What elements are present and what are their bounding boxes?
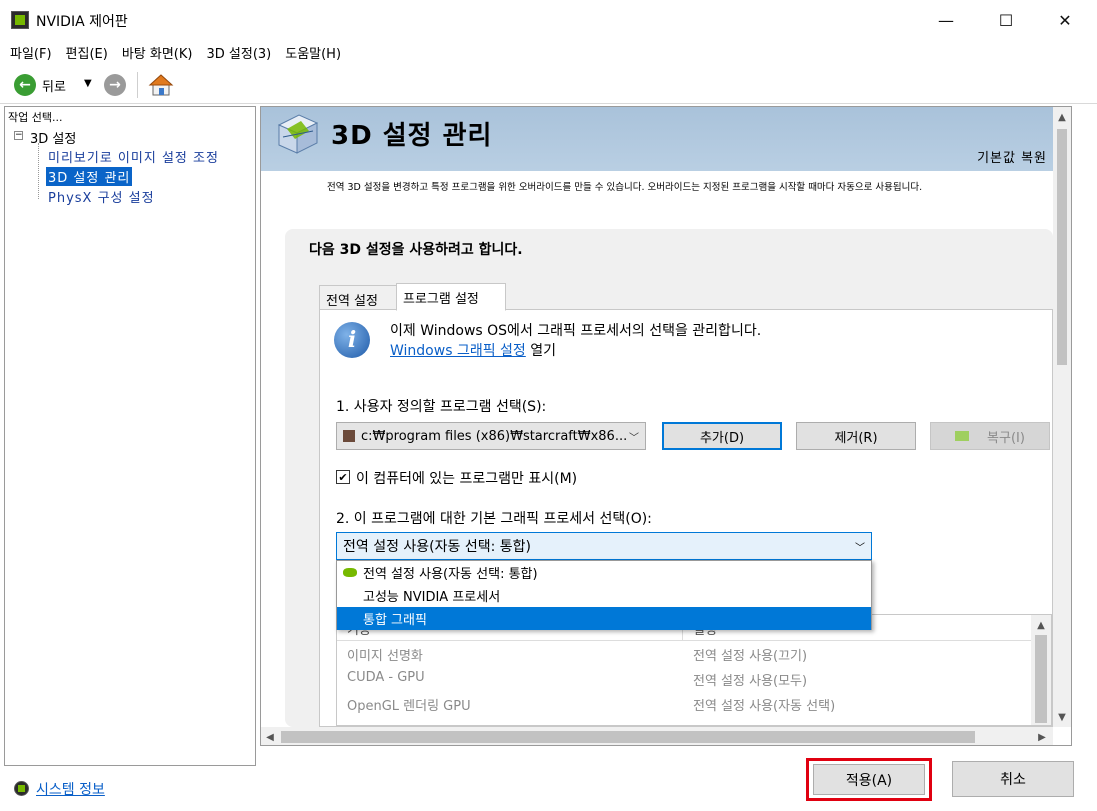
restore-defaults-link[interactable]: 기본값 복원 — [977, 147, 1047, 166]
back-dropdown-icon[interactable]: ▼ — [84, 78, 92, 89]
restore-button-label: 복구(I) — [987, 430, 1025, 446]
toolbar: ← 뒤로 ▼ → — [0, 66, 1097, 104]
chevron-down-icon: ﹀ — [629, 433, 639, 444]
close-button[interactable]: ✕ — [1036, 0, 1094, 40]
setting-cell: 전역 설정 사용(모두) — [693, 674, 808, 689]
setting-cell: 전역 설정 사용(끄기) — [693, 649, 808, 664]
gpu-select-chevron-icon: ﹀ — [855, 543, 865, 554]
section-title: 다음 3D 설정을 사용하려고 합니다. — [309, 242, 523, 258]
gpu-select[interactable]: 전역 설정 사용(자동 선택: 통합) ﹀ — [336, 532, 872, 560]
remove-button[interactable]: 제거(R) — [796, 422, 916, 450]
table-scroll-up-icon[interactable]: ▲ — [1033, 617, 1049, 633]
table-scrollbar-thumb[interactable] — [1035, 635, 1047, 723]
gpu-select-value: 전역 설정 사용(자동 선택: 통합) — [343, 539, 532, 555]
tree-connector — [38, 143, 39, 199]
page-title: 3D 설정 관리 — [331, 121, 493, 151]
back-arrow-icon[interactable]: ← — [14, 74, 36, 96]
info-link-line: Windows 그래픽 설정 열기 — [390, 340, 556, 360]
menu-edit[interactable]: 편집(E) — [66, 43, 108, 62]
starcraft-icon — [343, 430, 355, 442]
tab-program-settings[interactable]: 프로그램 설정 — [396, 283, 506, 311]
feature-cell: OpenGL 렌더링 GPU — [347, 699, 471, 714]
forward-arrow-icon[interactable]: → — [104, 74, 126, 96]
program-select[interactable]: c:₩program files (x86)₩starcraft₩x86... … — [336, 422, 646, 450]
setting-cell: 전역 설정 사용(자동 선택) — [693, 699, 836, 714]
maximize-button[interactable]: ☐ — [977, 0, 1035, 40]
table-row[interactable]: CUDA - GPU 전역 설정 사용(모두) — [337, 668, 845, 693]
title-bar: NVIDIA 제어판 — ☐ ✕ — [0, 0, 1097, 40]
back-label[interactable]: 뒤로 — [42, 76, 66, 95]
minimize-button[interactable]: — — [917, 0, 975, 40]
settings-content-box: 다음 3D 설정을 사용하려고 합니다. 전역 설정 프로그램 설정 i 이제 … — [285, 229, 1053, 727]
page-banner: 3D 설정 관리 기본값 복원 — [261, 107, 1061, 171]
menu-3d-settings[interactable]: 3D 설정(3) — [206, 43, 271, 62]
settings-table: 기능 설정 이미지 선명화 전역 설정 사용(끄기) CUDA - GPU 전역… — [336, 614, 1052, 726]
show-installed-label[interactable]: 이 컴퓨터에 있는 프로그램만 표시(M) — [356, 468, 577, 488]
collapse-icon[interactable]: − — [14, 131, 23, 140]
scroll-right-icon[interactable]: ▶ — [1035, 729, 1049, 745]
apply-button[interactable]: 적용(A) — [813, 764, 925, 795]
cancel-button[interactable]: 취소 — [952, 761, 1074, 797]
windows-graphics-settings-link[interactable]: Windows 그래픽 설정 — [390, 343, 526, 359]
nvidia-system-icon — [14, 781, 29, 796]
program-settings-panel: i 이제 Windows OS에서 그래픽 프로세서의 선택을 관리합니다. W… — [319, 309, 1053, 727]
gpu-option-global[interactable]: 전역 설정 사용(자동 선택: 통합) — [337, 561, 871, 584]
tree-item-manage-3d[interactable]: 3D 설정 관리 — [46, 167, 133, 186]
nvidia-app-icon — [11, 11, 29, 29]
info-link-suffix: 열기 — [525, 343, 557, 359]
tree-item-preview-image[interactable]: 미리보기로 이미지 설정 조정 — [48, 147, 219, 166]
main-panel: 3D 설정 관리 기본값 복원 전역 3D 설정을 변경하고 특정 프로그램을 … — [260, 106, 1072, 746]
menu-desktop[interactable]: 바탕 화면(K) — [122, 43, 193, 62]
feature-cell: 이미지 선명화 — [347, 649, 423, 664]
system-info-link[interactable]: 시스템 정보 — [36, 779, 105, 799]
info-icon: i — [334, 322, 370, 358]
home-icon[interactable] — [148, 72, 174, 102]
toolbar-divider — [137, 72, 138, 98]
menu-bar: 파일(F) 편집(E) 바탕 화면(K) 3D 설정(3) 도움말(H) — [0, 40, 1097, 64]
page-description: 전역 3D 설정을 변경하고 특정 프로그램을 위한 오버라이드를 만들 수 있… — [327, 182, 923, 193]
step1-label: 1. 사용자 정의할 프로그램 선택(S): — [336, 399, 547, 415]
table-row[interactable]: OpenGL 렌더링 GPU 전역 설정 사용(자동 선택) — [337, 693, 845, 718]
table-scrollbar[interactable]: ▲ — [1031, 615, 1051, 725]
vertical-scrollbar[interactable]: ▲ ▼ — [1053, 107, 1071, 727]
tree-root-3d-settings[interactable]: 3D 설정 — [30, 128, 76, 147]
settings-rows: 이미지 선명화 전역 설정 사용(끄기) CUDA - GPU 전역 설정 사용… — [337, 643, 845, 718]
gpu-option-nvidia[interactable]: 고성능 NVIDIA 프로세서 — [337, 584, 871, 607]
step2-label: 2. 이 프로그램에 대한 기본 그래픽 프로세서 선택(O): — [336, 511, 652, 527]
window-title: NVIDIA 제어판 — [36, 14, 128, 30]
nvidia-eye-icon — [955, 431, 970, 441]
gpu-dropdown-list: 전역 설정 사용(자동 선택: 통합) 고성능 NVIDIA 프로세서 통합 그… — [336, 560, 872, 630]
3d-settings-icon — [273, 111, 323, 161]
scroll-down-icon[interactable]: ▼ — [1053, 709, 1071, 725]
task-panel-header: 작업 선택... — [8, 111, 63, 124]
info-text: 이제 Windows OS에서 그래픽 프로세서의 선택을 관리합니다. — [390, 323, 762, 339]
horizontal-scrollbar-thumb[interactable] — [281, 731, 975, 743]
menu-file[interactable]: 파일(F) — [10, 43, 52, 62]
horizontal-scrollbar[interactable]: ◀ ▶ — [261, 727, 1053, 745]
nvidia-eye-icon — [343, 568, 357, 577]
tree-item-physx[interactable]: PhysX 구성 설정 — [48, 187, 155, 206]
scroll-up-icon[interactable]: ▲ — [1053, 109, 1071, 125]
gpu-option-integrated[interactable]: 통합 그래픽 — [337, 607, 871, 630]
show-installed-checkbox[interactable]: ✔ — [336, 470, 350, 484]
restore-button[interactable]: 복구(I) — [930, 422, 1050, 450]
add-button[interactable]: 추가(D) — [662, 422, 782, 450]
feature-cell: CUDA - GPU — [347, 670, 425, 685]
tab-global-settings[interactable]: 전역 설정 — [319, 285, 397, 311]
scrollbar-thumb[interactable] — [1057, 129, 1067, 365]
scroll-left-icon[interactable]: ◀ — [263, 729, 277, 745]
program-select-value: c:₩program files (x86)₩starcraft₩x86... — [361, 428, 628, 444]
gpu-option-label: 전역 설정 사용(자동 선택: 통합) — [363, 567, 538, 582]
table-row[interactable]: 이미지 선명화 전역 설정 사용(끄기) — [337, 643, 845, 668]
menu-help[interactable]: 도움말(H) — [285, 43, 341, 62]
